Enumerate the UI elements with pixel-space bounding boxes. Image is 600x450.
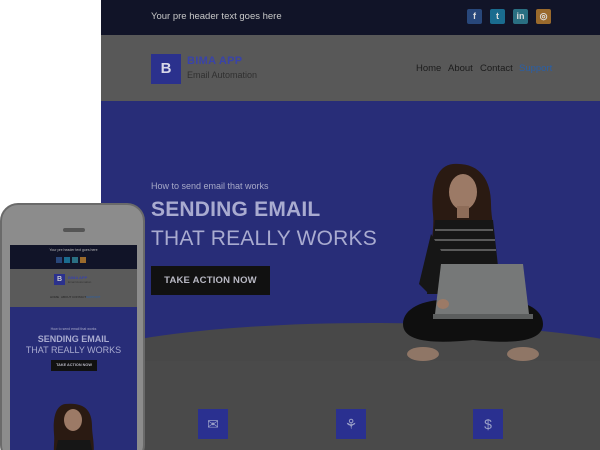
mobile-nav-home[interactable]: HOME [50, 295, 59, 299]
mobile-twitter-icon[interactable] [64, 257, 70, 263]
brand-tagline: Email Automation [187, 70, 258, 80]
mobile-brand-tagline: Email Automation [68, 280, 92, 284]
nav-link-contact[interactable]: Contact [480, 63, 513, 74]
hero-headline-line-2: THAT REALLY WORKS [151, 227, 377, 250]
mobile-phone-frame: Your pre header text goes here B BIMA AP… [0, 203, 145, 450]
preheader-bar: Your pre header text goes here f t in ◎ [101, 0, 600, 35]
mobile-email-preview: Your pre header text goes here B BIMA AP… [10, 245, 137, 450]
twitter-icon[interactable]: t [490, 9, 505, 24]
logo-icon[interactable]: B [151, 54, 181, 84]
hero-kicker: How to send email that works [151, 181, 269, 191]
mobile-facebook-icon[interactable] [56, 257, 62, 263]
mobile-preheader-bar: Your pre header text goes here [10, 245, 137, 269]
email-header: B BIMA APP Email Automation Home About C… [101, 35, 600, 101]
dollar-icon[interactable]: $ [473, 409, 503, 439]
woman-with-laptop-illustration [403, 163, 543, 361]
mobile-hero-section: How to send email that works SENDING EMA… [10, 307, 137, 450]
mobile-logo-icon[interactable]: B [54, 274, 65, 285]
hero-section: How to send email that works SENDING EMA… [101, 101, 600, 361]
envelope-icon[interactable]: ✉ [198, 409, 228, 439]
mobile-instagram-icon[interactable] [80, 257, 86, 263]
template-preview-stage: Your pre header text goes here f t in ◎ … [0, 0, 600, 450]
mobile-take-action-button[interactable]: TAKE ACTION NOW [51, 360, 97, 371]
linkedin-icon[interactable]: in [513, 9, 528, 24]
mobile-nav-about[interactable]: ABOUT [61, 295, 71, 299]
brand-name: BIMA APP [187, 55, 243, 67]
desktop-email-preview: Your pre header text goes here f t in ◎ … [101, 0, 600, 450]
mobile-hero-headline-line-1: SENDING EMAIL [37, 334, 110, 344]
mobile-woman-illustration [53, 403, 94, 450]
preheader-text: Your pre header text goes here [151, 11, 282, 22]
nav-link-support[interactable]: Support [519, 63, 552, 74]
nav-link-home[interactable]: Home [416, 63, 441, 74]
mobile-nav-contact[interactable]: CONTACT [72, 295, 86, 299]
nav-link-about[interactable]: About [448, 63, 473, 74]
mobile-hero-kicker: How to send email that works [50, 327, 97, 331]
facebook-icon[interactable]: f [467, 9, 482, 24]
mobile-nav-support[interactable]: SUPPORT [86, 295, 100, 299]
take-action-button[interactable]: TAKE ACTION NOW [151, 266, 270, 295]
mobile-linkedin-icon[interactable] [72, 257, 78, 263]
users-icon[interactable]: ⚘ [336, 409, 366, 439]
hero-headline-line-1: SENDING EMAIL [151, 198, 321, 221]
instagram-icon[interactable]: ◎ [536, 9, 551, 24]
features-row: ✉ ⚘ $ [101, 361, 600, 450]
mobile-preheader-text: Your pre header text goes here [49, 248, 98, 252]
phone-speaker [63, 228, 85, 232]
mobile-email-header: B BIMA APP Email Automation HOME ABOUT C… [10, 269, 137, 307]
mobile-hero-headline-line-2: THAT REALLY WORKS [25, 345, 122, 355]
